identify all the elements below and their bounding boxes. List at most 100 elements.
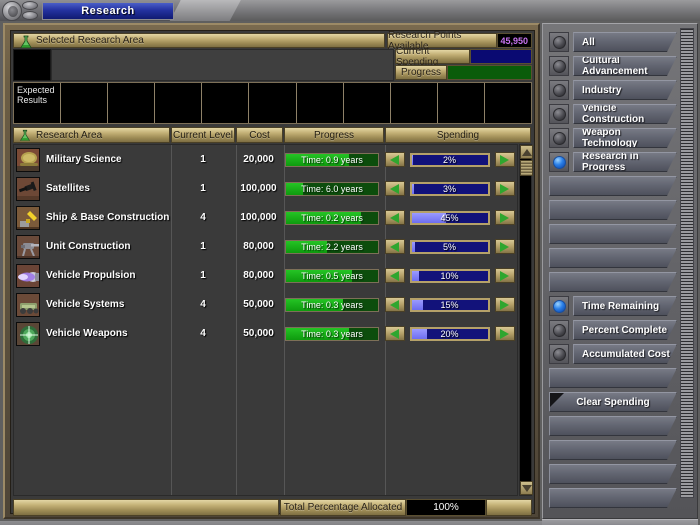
column-header-progress[interactable]: Progress [284,127,384,143]
table-row[interactable]: Vehicle Propulsion180,000Time: 0.5 years… [14,261,517,290]
decrease-spending-button[interactable] [385,326,405,341]
increase-spending-button[interactable] [495,239,515,254]
expected-results-cell[interactable] [344,83,391,123]
sidebar-label[interactable]: Accumulated Cost [573,344,677,364]
sidebar-label[interactable]: Time Remaining [573,296,677,316]
radio-button[interactable] [549,104,569,124]
sidebar-empty-button[interactable] [549,224,677,244]
cell-research-area[interactable]: Vehicle Systems [14,290,171,319]
spending-bar[interactable]: 10% [410,269,490,283]
decrease-spending-button[interactable] [385,152,405,167]
decrease-spending-button[interactable] [385,181,405,196]
radio-button[interactable] [549,152,569,172]
column-header-spending[interactable]: Spending [385,127,531,143]
table-row[interactable]: Vehicle Weapons450,000Time: 0.3 years20% [14,319,517,348]
decrease-spending-button[interactable] [385,210,405,225]
cell-current-level: 1 [171,174,235,203]
expected-results-cell[interactable] [485,83,531,123]
scroll-down-button[interactable] [520,481,533,495]
table-row[interactable]: Satellites1100,000Time: 6.0 years3% [14,174,517,203]
radio-button[interactable] [549,32,569,52]
expected-results-cell[interactable] [61,83,108,123]
radio-button[interactable] [549,344,569,364]
spending-value: 10% [440,271,458,281]
increase-spending-button[interactable] [495,268,515,283]
clear-spending-button[interactable]: Clear Spending [549,392,677,412]
spending-bar[interactable]: 3% [410,182,490,196]
sidebar-empty-button[interactable] [549,440,677,460]
sidebar-empty-button[interactable] [549,416,677,436]
cell-research-area[interactable]: Vehicle Propulsion [14,261,171,290]
tab-research[interactable]: Research [42,2,174,20]
increase-spending-button[interactable] [495,210,515,225]
menu-orb-icon[interactable] [2,1,22,21]
sidebar-categories-5[interactable]: Research in Progress [549,152,677,172]
sidebar-categories-4[interactable]: Weapon Technology [549,128,677,148]
increase-spending-button[interactable] [495,326,515,341]
sidebar-label[interactable]: Cultural Advancement [573,56,677,76]
cell-progress: Time: 0.3 years [282,319,382,348]
sidebar-label[interactable]: Industry [573,80,677,100]
decrease-spending-button[interactable] [385,239,405,254]
column-header-research-area[interactable]: Research Area [13,127,170,143]
sidebar-empty-button[interactable] [549,176,677,196]
column-header-cost[interactable]: Cost [236,127,283,143]
sidebar-categories-3[interactable]: Vehicle Construction [549,104,677,124]
increase-spending-button[interactable] [495,297,515,312]
sidebar-label[interactable]: Percent Complete [573,320,677,340]
expected-results-cell[interactable] [155,83,202,123]
table-scrollbar[interactable] [519,144,532,496]
increase-spending-button[interactable] [495,181,515,196]
expected-results-cell[interactable] [391,83,438,123]
sidebar-categories-0[interactable]: All [549,32,677,52]
title-bar: Research [0,0,700,22]
sidebar-empty-button[interactable] [549,488,677,508]
sidebar-label[interactable]: Research in Progress [573,152,677,172]
sidebar-empty-button[interactable] [549,464,677,484]
scroll-up-button[interactable] [520,145,533,159]
decrease-spending-button[interactable] [385,297,405,312]
expected-results-cell[interactable] [202,83,249,123]
radio-button[interactable] [549,320,569,340]
spending-bar[interactable]: 15% [410,298,490,312]
sidebar-empty-button[interactable] [549,200,677,220]
spending-bar[interactable]: 20% [410,327,490,341]
spending-bar[interactable]: 5% [410,240,490,254]
sidebar-label[interactable]: All [573,32,677,52]
cell-research-area[interactable]: Ship & Base Construction [14,203,171,232]
radio-button[interactable] [549,80,569,100]
decrease-spending-button[interactable] [385,268,405,283]
cell-research-area[interactable]: Unit Construction [14,232,171,261]
cell-research-area[interactable]: Vehicle Weapons [14,319,171,348]
increase-spending-button[interactable] [495,152,515,167]
expected-results-cell[interactable] [438,83,485,123]
sidebar-categories-2[interactable]: Industry [549,80,677,100]
radio-button[interactable] [549,296,569,316]
options-orb-icon[interactable] [22,11,38,20]
radio-button[interactable] [549,56,569,76]
scrollbar-thumb[interactable] [520,160,533,176]
expected-results-cell[interactable] [108,83,155,123]
table-row[interactable]: Vehicle Systems450,000Time: 0.3 years15% [14,290,517,319]
sidebar-label[interactable]: Weapon Technology [573,128,677,148]
expected-results-cell[interactable] [249,83,296,123]
sidebar-empty-button[interactable] [549,272,677,292]
sidebar-label[interactable]: Vehicle Construction [573,104,677,124]
column-header-current-level[interactable]: Current Level [171,127,235,143]
sidebar-categories-1[interactable]: Cultural Advancement [549,56,677,76]
sidebar-empty-button[interactable] [549,248,677,268]
table-row[interactable]: Military Science120,000Time: 0.9 years2% [14,145,517,174]
table-row[interactable]: Unit Construction180,000Time: 2.2 years5… [14,232,517,261]
sidebar-empty-button[interactable] [549,368,677,388]
spending-bar[interactable]: 2% [410,153,490,167]
sidebar-display_modes-0[interactable]: Time Remaining [549,296,677,316]
spending-bar[interactable]: 45% [410,211,490,225]
cell-research-area[interactable]: Satellites [14,174,171,203]
sidebar-display_modes-2[interactable]: Accumulated Cost [549,344,677,364]
cell-research-area[interactable]: Military Science [14,145,171,174]
sidebar-display_modes-1[interactable]: Percent Complete [549,320,677,340]
minimize-orb-icon[interactable] [22,1,38,10]
expected-results-cell[interactable] [297,83,344,123]
radio-button[interactable] [549,128,569,148]
table-row[interactable]: Ship & Base Construction4100,000Time: 0.… [14,203,517,232]
